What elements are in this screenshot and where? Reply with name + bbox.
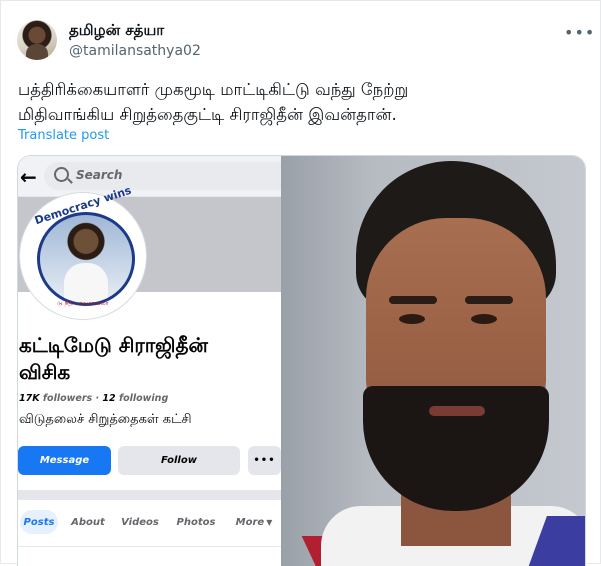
fb-tab-videos: Videos — [121, 516, 159, 528]
fb-tab-underline — [18, 546, 281, 547]
following-label: following — [118, 393, 169, 404]
fb-search-field: Search — [44, 162, 281, 190]
post-text: பத்திரிக்கையாளர் முகமூடி மாட்டிகிட்டு வந… — [18, 77, 578, 127]
fb-tab-more-label: More — [235, 516, 265, 528]
fb-page-name-line-1: கட்டிமேடு சிராஜிதீன் — [19, 333, 208, 357]
author-handle[interactable]: @tamilansathya02 — [69, 42, 201, 60]
post-text-line-2: மிதிவாங்கிய சிறுத்தைகுட்டி சிராஜிதீன் இவ… — [18, 105, 397, 124]
fb-tab-about: About — [71, 516, 105, 528]
post-media-image[interactable]: ← Search Democracy wins டு நீதி பாதுகாவல… — [17, 155, 586, 566]
profile-photo — [37, 212, 135, 306]
left-eye — [399, 314, 425, 324]
post-card: தமிழன் சத்யா @tamilansathya02 ••• பத்திர… — [0, 0, 601, 566]
fb-more-button: ••• — [248, 446, 281, 475]
fb-follower-stats: 17K followers · 12 following — [19, 393, 168, 404]
fb-bio: விடுதலைச் சிறுத்தைகள் கட்சி — [19, 412, 192, 427]
fb-profile-picture: Democracy wins டு நீதி பாதுகாவலர் — [20, 184, 146, 319]
mouth — [429, 406, 485, 416]
fb-page-name-line-2: விசிக — [19, 360, 71, 384]
more-options-icon[interactable]: ••• — [564, 23, 595, 42]
profile-caption: டு நீதி பாதுகாவலர் — [57, 300, 109, 307]
fb-search-placeholder: Search — [76, 168, 123, 182]
translate-post-link[interactable]: Translate post — [18, 128, 109, 143]
portrait-photo — [281, 156, 585, 566]
author-name[interactable]: தமிழன் சத்யா — [69, 21, 164, 39]
fb-tab-posts: Posts — [20, 510, 58, 534]
post-text-line-1: பத்திரிக்கையாளர் முகமூடி மாட்டிகிட்டு வந… — [18, 80, 409, 99]
fb-search-bar: ← Search — [18, 156, 281, 197]
search-icon — [54, 167, 69, 182]
fb-follow-button: Follow — [118, 446, 240, 475]
beard — [363, 386, 549, 511]
right-eyebrow — [465, 296, 513, 304]
left-eyebrow — [389, 296, 437, 304]
fb-message-button: Message — [18, 446, 111, 475]
following-count: 12 — [102, 393, 116, 404]
fb-profile-tabs: Posts About Videos Photos More ▼ — [18, 502, 281, 540]
back-arrow-icon: ← — [20, 165, 37, 189]
fb-page-name: கட்டிமேடு சிராஜிதீன் விசிக — [19, 332, 279, 386]
facebook-screenshot: ← Search Democracy wins டு நீதி பாதுகாவல… — [18, 156, 281, 566]
fb-tab-photos: Photos — [176, 516, 216, 528]
followers-count: 17K — [19, 393, 40, 404]
author-avatar[interactable] — [17, 20, 57, 60]
fb-tab-more: More ▼ — [232, 510, 276, 534]
fb-section-divider — [18, 490, 281, 500]
chevron-down-icon: ▼ — [266, 517, 273, 527]
followers-label: followers — [42, 393, 93, 404]
right-eye — [471, 314, 497, 324]
